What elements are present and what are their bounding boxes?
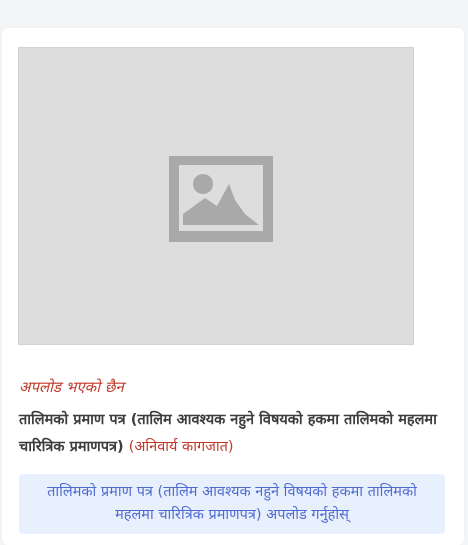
document-title: तालिमको प्रमाण पत्र (तालिम आवश्यक नहुने … bbox=[19, 407, 439, 461]
upload-document-button[interactable]: तालिमको प्रमाण पत्र (तालिम आवश्यक नहुने … bbox=[19, 474, 445, 534]
required-label: (अनिवार्य कागजात) bbox=[128, 439, 234, 455]
upload-status: अपलोड भएको छैन bbox=[19, 378, 124, 396]
document-preview bbox=[18, 47, 414, 345]
document-upload-card: अपलोड भएको छैन तालिमको प्रमाण पत्र (तालि… bbox=[2, 28, 464, 545]
image-placeholder-icon bbox=[169, 156, 273, 242]
